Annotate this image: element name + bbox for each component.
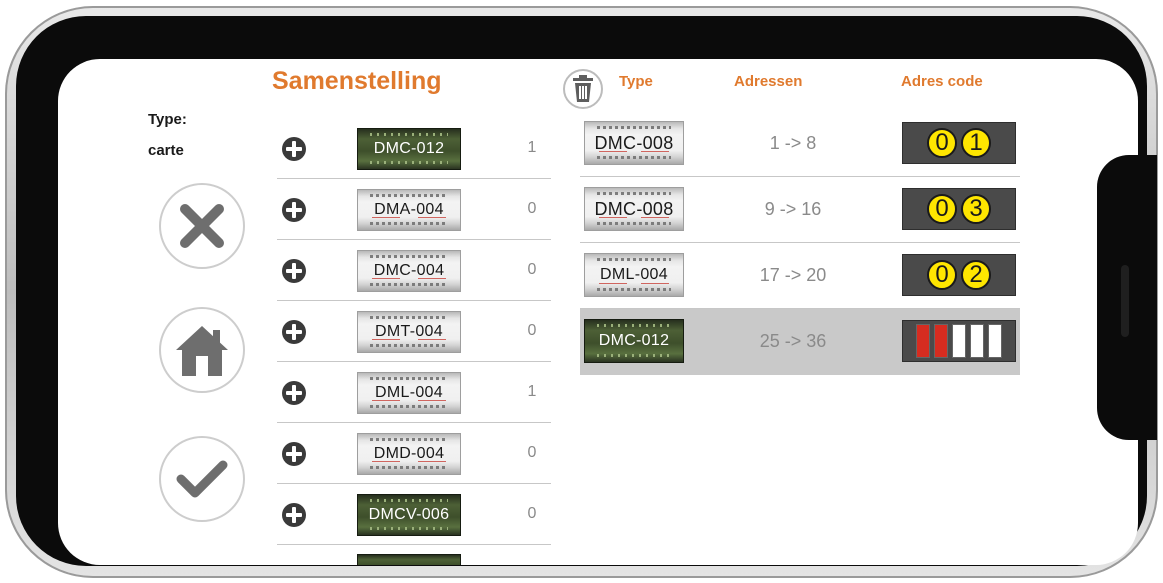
home-button[interactable] — [159, 307, 245, 393]
left-panel: Type: carte — [58, 59, 268, 565]
list-item: DMCV-006 0 — [277, 485, 551, 545]
page-title: Samenstelling — [272, 67, 442, 95]
module-list: DMC-012 1 DMA-004 0 DMC-004 0 DMT-004 0 … — [277, 119, 551, 565]
dip-switch-code — [902, 320, 1016, 362]
phone-bezel: Type: carte Samenstelling DMC-012 1 DMA-… — [16, 16, 1147, 566]
add-icon[interactable] — [282, 259, 306, 283]
add-icon[interactable] — [282, 137, 306, 161]
address-range: 9 -> 16 — [764, 199, 822, 219]
cancel-button[interactable] — [159, 183, 245, 269]
module-label: DML-004 — [375, 384, 443, 401]
module-label: DMA-004 — [374, 201, 444, 218]
address-code: 0 2 — [902, 254, 1016, 296]
address-range: 25 -> 36 — [759, 331, 827, 351]
code-digit: 0 — [927, 194, 957, 224]
confirm-button[interactable] — [159, 436, 245, 522]
code-digit: 0 — [927, 128, 957, 158]
table-row[interactable]: DMC-008 1 -> 8 0 1 — [580, 111, 1020, 177]
module-label: DMC-004 — [373, 262, 445, 279]
address-code: 0 3 — [902, 188, 1016, 230]
module-image: DMT-004 — [357, 311, 461, 353]
carte-label: carte — [148, 142, 184, 159]
address-range: 17 -> 20 — [759, 265, 827, 285]
module-image: DML-004 — [357, 372, 461, 414]
module-type: DML-004 — [600, 266, 668, 283]
module-count: 0 — [527, 322, 537, 339]
add-icon[interactable] — [282, 381, 306, 405]
dip-switch-bar — [952, 324, 966, 358]
module-label: DMD-004 — [373, 445, 445, 462]
assigned-modules-table: DMC-008 1 -> 8 0 1 DMC-008 9 -> 16 0 3 D… — [580, 111, 1020, 375]
table-row[interactable]: DML-004 17 -> 20 0 2 — [580, 243, 1020, 309]
module-label: DMT-004 — [375, 323, 443, 340]
list-item: DML-004 1 — [277, 363, 551, 423]
phone-speaker — [1121, 265, 1129, 337]
code-digit: 1 — [961, 128, 991, 158]
code-digit: 2 — [961, 260, 991, 290]
add-icon[interactable] — [282, 198, 306, 222]
table-row-selected[interactable]: DMC-012 25 -> 36 — [580, 309, 1020, 375]
address-range: 1 -> 8 — [769, 133, 817, 153]
module-count: 1 — [527, 383, 537, 400]
code-digit: 0 — [927, 260, 957, 290]
type-label: Type: — [148, 111, 187, 128]
module-image — [357, 554, 461, 565]
module-image: DMC-012 — [357, 128, 461, 170]
add-icon[interactable] — [282, 442, 306, 466]
list-item: DMC-012 1 — [277, 119, 551, 179]
close-icon — [180, 204, 224, 248]
module-image: DMC-012 — [584, 319, 684, 363]
module-count: 1 — [527, 139, 537, 156]
module-type: DMC-012 — [598, 332, 670, 349]
code-digit: 3 — [961, 194, 991, 224]
column-header-addresses: Adressen — [734, 73, 803, 90]
column-header-code: Adres code — [901, 73, 983, 90]
module-count: 0 — [527, 200, 537, 217]
column-header-type: Type — [619, 73, 653, 90]
module-image: DML-004 — [584, 253, 684, 297]
address-code: 0 1 — [902, 122, 1016, 164]
dip-switch-bar — [988, 324, 1002, 358]
trash-icon — [573, 75, 593, 102]
list-item: DMA-004 0 — [277, 180, 551, 240]
module-type: DMC-008 — [594, 198, 674, 219]
dip-switch-bar — [970, 324, 984, 358]
home-icon — [176, 326, 228, 376]
module-count: 0 — [527, 444, 537, 461]
list-item: DMD-004 0 — [277, 424, 551, 484]
check-icon — [176, 460, 228, 498]
module-image: DMCV-006 — [357, 494, 461, 536]
module-image: DMC-008 — [584, 121, 684, 165]
add-icon[interactable] — [282, 503, 306, 527]
module-type: DMC-008 — [594, 132, 674, 153]
table-row[interactable]: DMC-008 9 -> 16 0 3 — [580, 177, 1020, 243]
module-image: DMC-008 — [584, 187, 684, 231]
module-label: DMC-012 — [373, 140, 445, 157]
module-count: 0 — [527, 505, 537, 522]
list-item: DMT-004 0 — [277, 302, 551, 362]
dip-switch-bar — [934, 324, 948, 358]
module-image: DMA-004 — [357, 189, 461, 231]
module-image: DMC-004 — [357, 250, 461, 292]
module-label: DMCV-006 — [368, 506, 450, 523]
module-count: 0 — [527, 261, 537, 278]
delete-button[interactable] — [563, 69, 603, 109]
dip-switch-bar — [916, 324, 930, 358]
list-item-partial — [277, 546, 551, 565]
module-image: DMD-004 — [357, 433, 461, 475]
list-item: DMC-004 0 — [277, 241, 551, 301]
add-icon[interactable] — [282, 320, 306, 344]
app-screen: Type: carte Samenstelling DMC-012 1 DMA-… — [58, 59, 1138, 565]
